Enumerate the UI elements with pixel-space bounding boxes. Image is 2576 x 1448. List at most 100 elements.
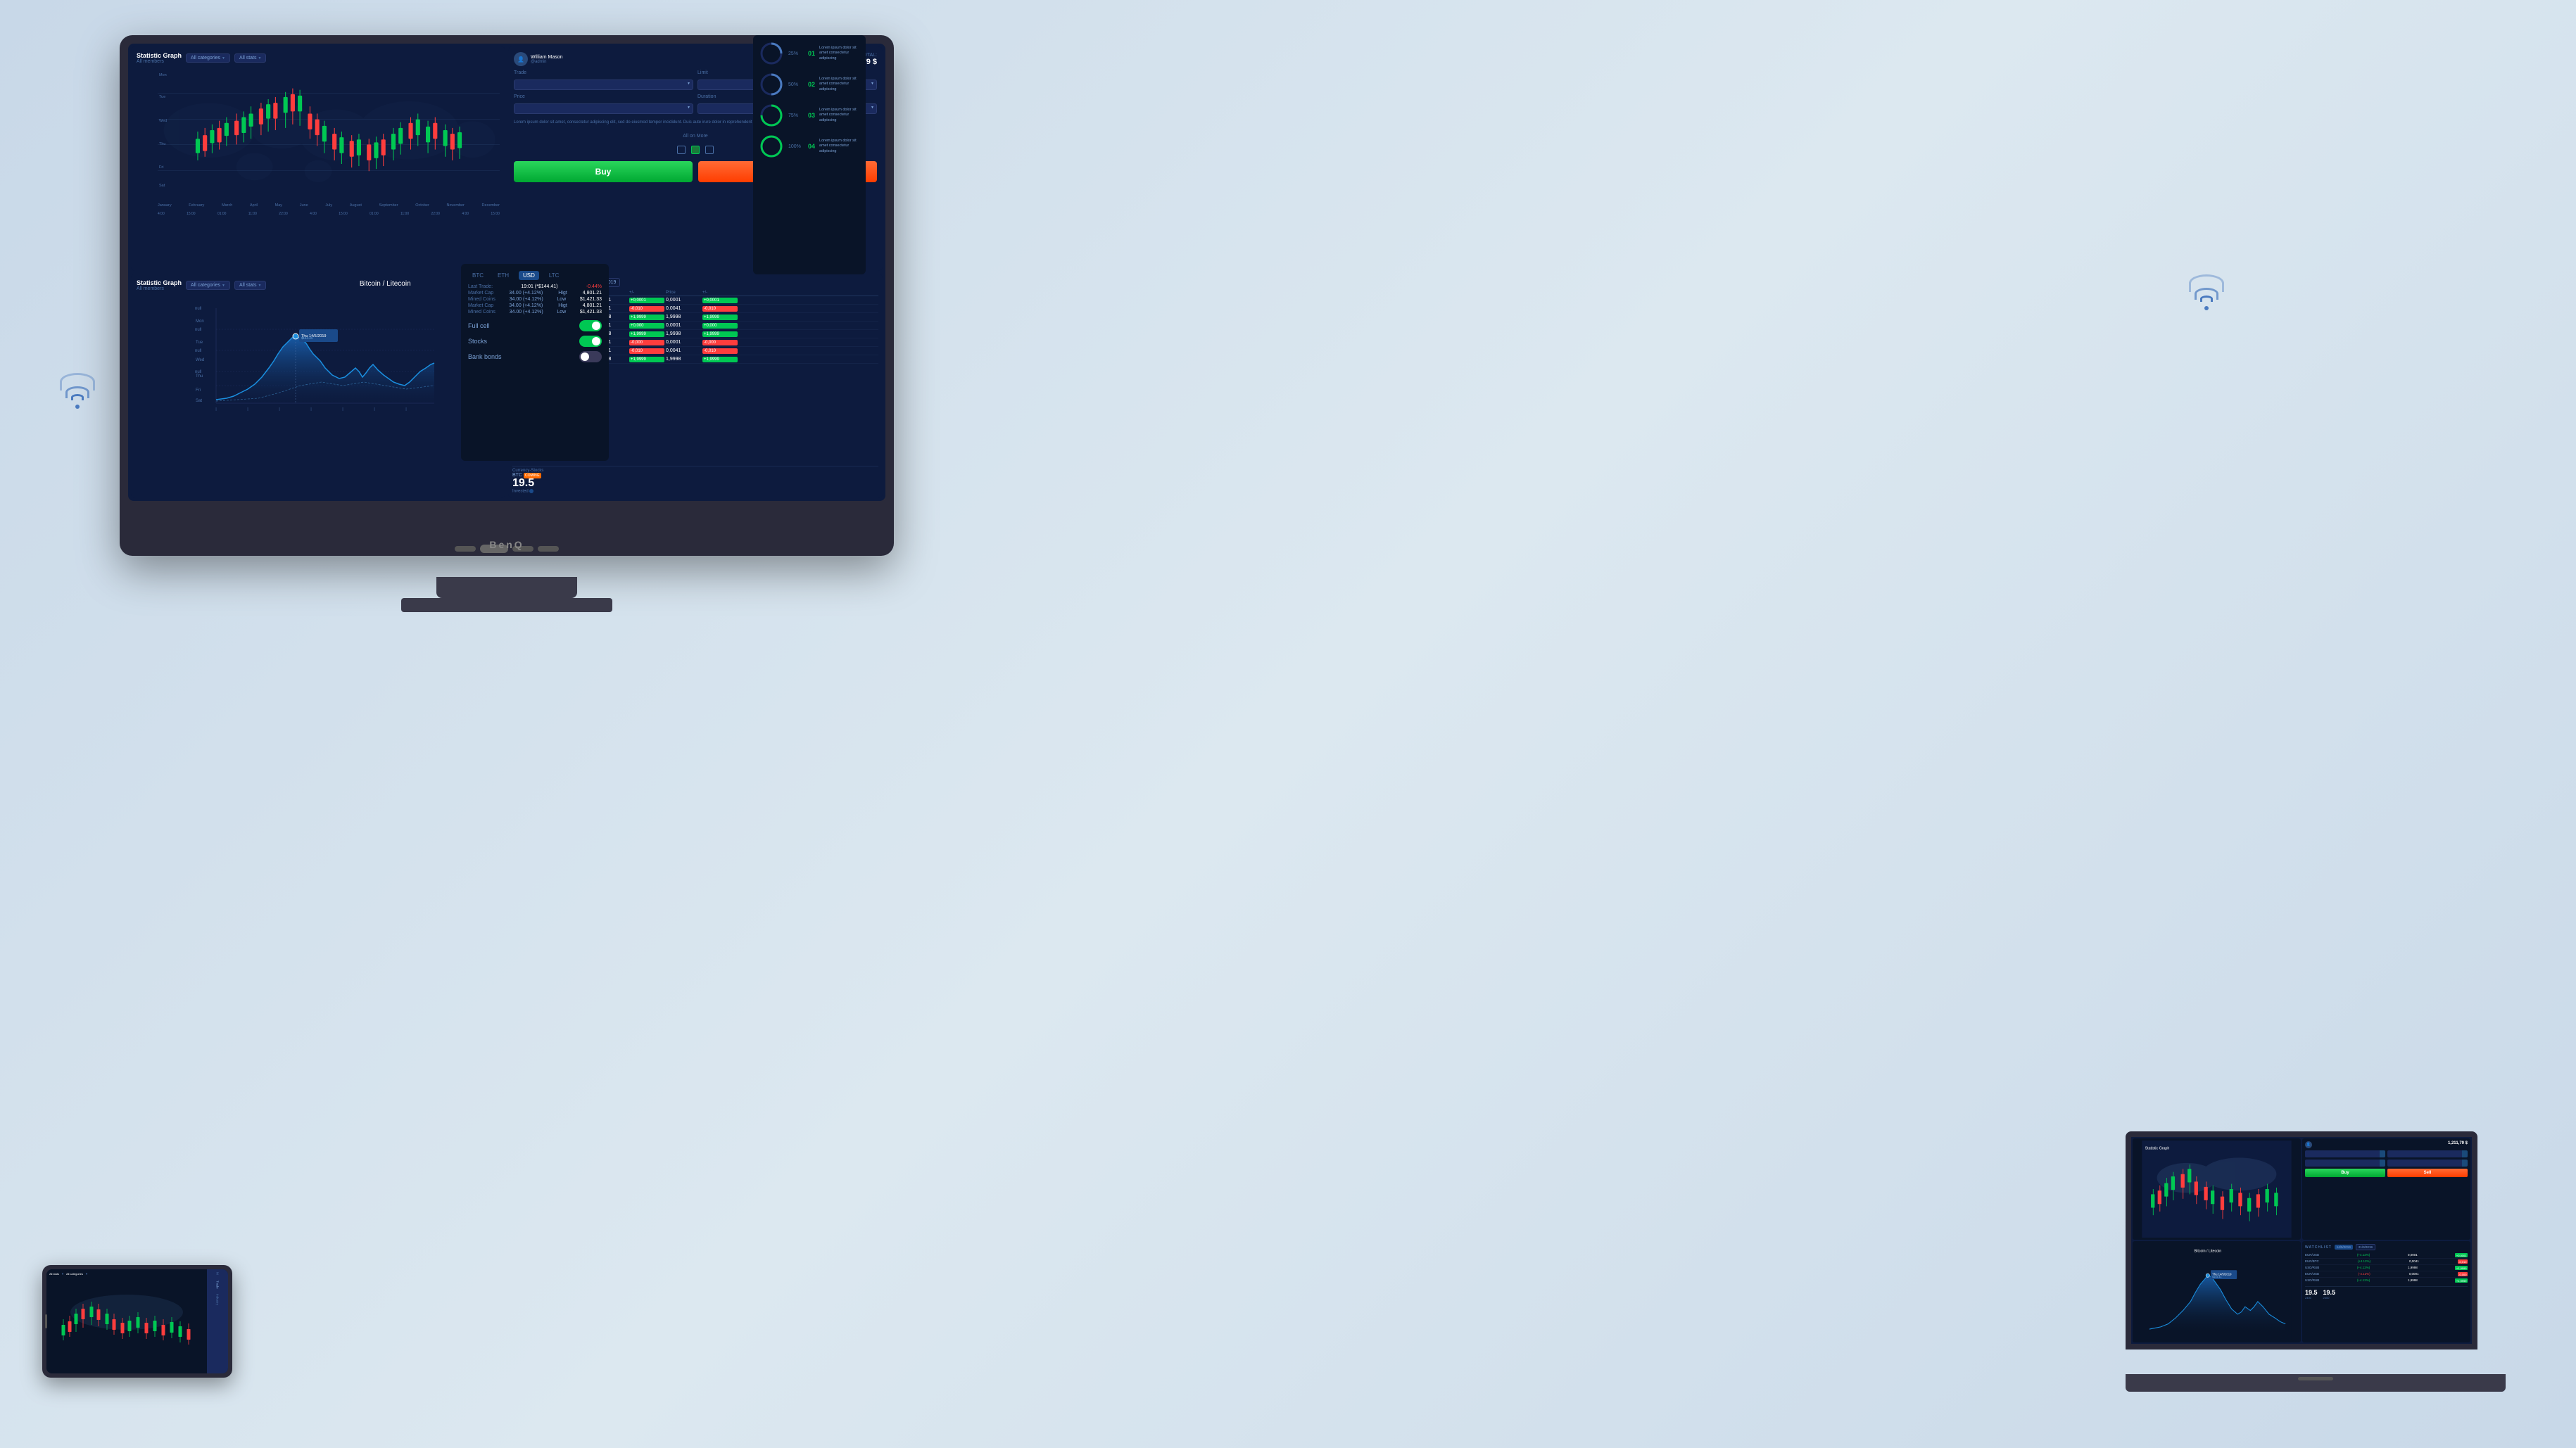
progress-item-3: 75% 03 Lorem ipsum dolor sit amet consec… [759,103,860,128]
svg-text:Statistic Graph: Statistic Graph [2145,1147,2170,1151]
toggle-label-bankbonds: Bank bonds [468,353,502,360]
price-select[interactable] [514,103,693,114]
toggle-row-stocks: Stocks [468,336,602,347]
progress-item-4: 100% 04 Lorem ipsum dolor sit amet conse… [759,134,860,159]
trade-stat-market-cap-2: Market Cap 34.00 (+4.12%) Higt 4,801.21 [468,303,602,308]
toggle-thumb-stocks [592,337,600,345]
btc-panel-header: Statistic Graph All members All categori… [137,279,500,291]
svg-text:Wed: Wed [196,358,204,362]
buy-button[interactable]: Buy [514,161,693,182]
candlestick-chart: Mon Tue Wed Thu Fri Sat [137,67,500,208]
wifi-dot-left [75,405,80,409]
svg-text:|: | [405,407,406,412]
phone-label-3: Industry [216,1294,220,1305]
toggle-label-fullcell: Full cell [468,322,490,329]
checkbox-item-3[interactable] [705,146,714,154]
btc-dropdown-categories[interactable]: All categories [186,281,230,290]
monitor-stand [436,577,577,598]
laptop-panel-watchlist: WATCHLIST 14/5/2019 21/3/2019 EUR/USD (+… [2302,1241,2470,1342]
wifi-dot-right [2204,306,2209,310]
ticker-area: BTC ETH USD LTC [468,271,602,280]
toggle-stocks[interactable] [579,336,602,347]
monitor-btn-3[interactable] [538,546,559,552]
svg-text:null: null [195,349,201,353]
price-select-wrapper [514,101,693,114]
monitor-base [401,598,612,612]
svg-text:|: | [342,407,343,412]
trade-label: Trade [514,70,693,75]
toggle-bankbonds[interactable] [579,351,602,362]
svg-text:Mon: Mon [196,319,204,324]
laptop-base [2126,1374,2506,1392]
progress-circle-50 [759,72,784,97]
toggle-section: Full cell Stocks Bank bonds [468,320,602,362]
checkbox-item-2[interactable] [691,146,700,154]
laptop-screen: Statistic Graph 👤 1,211,79 $ Buy Sell [2126,1131,2477,1349]
price-label: Price [514,94,693,99]
toggle-thumb-fullcell [592,322,600,330]
phone-label-2: Trade [216,1281,220,1289]
area-chart-svg: null null null null Mon Tue Wed Thu Fri … [137,294,500,417]
phone-sidebar: M Trade Industry [207,1269,228,1373]
wifi-arc-right-mid [2195,288,2218,300]
dropdown-stats[interactable]: All stats [234,53,266,63]
user-info: 👤 William Mason @admin [514,52,563,66]
dropdown-categories[interactable]: All categories [186,53,230,63]
user-subtitle: @admin [531,60,563,64]
panel-btc-side: BTC ETH USD LTC Last Trade: 19:01 (*$144… [461,264,609,461]
checkbox-item-1[interactable] [677,146,686,154]
crypto-strip: Currency-Stocks BTC COMING 19.5 Invested [512,466,878,494]
phone-candlestick-svg [49,1277,204,1361]
checkbox-1[interactable] [677,146,686,154]
candlestick-svg [158,67,500,196]
svg-text:Sat: Sat [196,399,202,403]
svg-text:|: | [310,407,311,412]
svg-text:Tue: Tue [196,341,203,345]
svg-text:|: | [215,407,216,412]
trade-stat-mined-coins-2: Mined Coins 34.00 (+4.12%) Low $1,421.33 [468,310,602,315]
panel-candlestick: Statistic Graph All members All categori… [131,46,505,271]
panel-title-statgraph: Statistic Graph [137,52,182,59]
trade-form-group: Trade [514,70,693,90]
btc-dropdown-stats[interactable]: All stats [234,281,266,290]
wifi-signal-left [60,373,95,409]
progress-circle-75 [759,103,784,128]
ticker-eth[interactable]: ETH [493,271,513,280]
trade-select[interactable] [514,80,693,90]
laptop: Statistic Graph 👤 1,211,79 $ Buy Sell [2126,1131,2506,1392]
svg-text:Thu: Thu [196,374,203,379]
ticker-usd[interactable]: USD [519,271,539,280]
panel-header-top-left: Statistic Graph All members All categori… [137,52,500,64]
user-avatar: 👤 [514,52,528,66]
phone-label-1: M [216,1272,220,1275]
laptop-panel-candlestick: Statistic Graph [2133,1138,2301,1240]
toggle-fullcell[interactable] [579,320,602,331]
svg-text:Bitcoin / Litecoin: Bitcoin / Litecoin [2195,1250,2222,1254]
progress-item-1: 25% 01 Lorem ipsum dolor sit amet consec… [759,41,860,66]
phone-volume-btn [45,1314,47,1328]
toggle-label-stocks: Stocks [468,338,487,345]
monitor-btn-1[interactable] [455,546,476,552]
trade-stat-market-cap: Market Cap 34.00 (+4.12%) Higt 4,801.21 [468,291,602,296]
monitor-brand: BenQ [489,539,524,550]
ticker-btc[interactable]: BTC [468,271,488,280]
ticker-ltc[interactable]: LTC [545,271,564,280]
svg-text:|: | [247,407,248,412]
svg-text:Fri: Fri [196,388,201,393]
time-labels: 4:00 15:00 01:00 11:00 22:00 4:00 15:00 … [158,212,500,216]
btc-panel-subtitle: All members [137,286,182,291]
x-axis-labels: January February March April May June Ju… [158,203,500,208]
wifi-signal-right [2189,274,2224,310]
progress-circle-100 [759,134,784,159]
progress-item-2: 50% 02 Lorem ipsum dolor sit amet consec… [759,72,860,97]
panel-btc-chart: Statistic Graph All members All categori… [131,274,505,498]
trade-stat-mined-coins: Mined Coins 34.00 (+4.12%) Low $1,421.33 [468,297,602,302]
laptop-panel-btc: Bitcoin / Litecoin Thu 14/5/2019 $144.41 [2133,1241,2301,1342]
checkbox-3[interactable] [705,146,714,154]
checkbox-2[interactable] [691,146,700,154]
price-form-group: Price [514,94,693,114]
panel-subtitle-allmembers: All members [137,59,182,64]
panel-progress-indicators: 25% 01 Lorem ipsum dolor sit amet consec… [753,35,866,274]
phone: All stats ▼ All categories ▼ [42,1265,232,1378]
svg-text:$144.41: $144.41 [2212,1276,2221,1278]
